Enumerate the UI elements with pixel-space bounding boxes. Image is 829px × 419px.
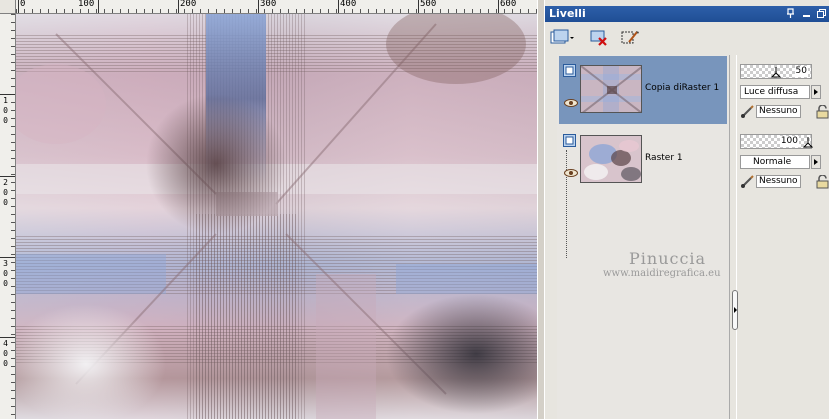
eye-icon[interactable] <box>564 92 578 107</box>
palette-title: Livelli <box>549 7 586 20</box>
ruler-label: 2 <box>3 178 8 187</box>
ruler-label: 0 <box>3 188 8 197</box>
new-layer-icon <box>550 29 574 44</box>
slider-thumb-icon <box>803 137 813 148</box>
layer-thumbnail <box>580 65 642 113</box>
opacity-value: 100 <box>779 136 799 147</box>
delete-layer-button[interactable] <box>589 28 609 48</box>
blend-mode-dropdown-button[interactable] <box>811 85 821 99</box>
layer-row-copia-diraster-1[interactable]: Copia diRaster 1 <box>559 56 727 124</box>
opacity-value: 50 <box>794 66 808 77</box>
blend-mode-value: Luce diffusa <box>744 87 799 97</box>
pin-icon[interactable] <box>785 8 796 19</box>
layer-properties: 50 Luce diffusa Nessuno 100 Normale Ness… <box>737 55 829 419</box>
lock-icon[interactable] <box>816 104 829 119</box>
ruler-label: 200 <box>180 0 197 9</box>
minimize-icon[interactable] <box>801 8 812 19</box>
blend-mode-value: Normale <box>753 157 792 167</box>
raster-layer-icon <box>563 132 576 147</box>
ruler-label: 4 <box>3 339 8 348</box>
blend-mode-select[interactable]: Normale <box>740 155 810 169</box>
horizontal-ruler: 0 100 200 300 400 500 600 <box>16 0 544 14</box>
layers-list: Copia diRaster 1 Raster 1 Pinuccia www.m… <box>557 55 729 419</box>
mask-selector[interactable]: Nessuno <box>740 174 812 189</box>
mask-value: Nessuno <box>756 175 801 188</box>
palette-title-bar[interactable]: Livelli <box>545 6 829 22</box>
ruler-corner <box>0 0 16 14</box>
raster-layer-icon <box>563 62 576 77</box>
ruler-label: 100 <box>78 0 95 9</box>
new-layer-button[interactable] <box>549 28 575 48</box>
layers-toolbar <box>545 22 829 54</box>
slider-thumb-icon <box>771 67 781 78</box>
mask-selector[interactable]: Nessuno <box>740 104 812 119</box>
lock-icon[interactable] <box>816 174 829 189</box>
ruler-label: 600 <box>500 0 517 9</box>
edit-selection-button[interactable] <box>619 28 641 48</box>
ruler-label: 300 <box>260 0 277 9</box>
watermark-name: Pinuccia <box>629 249 707 268</box>
layers-palette: Livelli Copia diRaster 1 Raster 1 Pinucc… <box>544 0 829 419</box>
ruler-label: 0 <box>20 0 26 9</box>
ruler-label: 1 <box>3 96 8 105</box>
ruler-label: 0 <box>3 106 8 115</box>
ruler-label: 0 <box>3 198 8 207</box>
ruler-label: 0 <box>3 349 8 358</box>
ruler-label: 0 <box>3 269 8 278</box>
canvas-frame-edge <box>537 0 544 419</box>
ruler-label: 0 <box>3 116 8 125</box>
watermark-url: www.maidiregrafica.eu <box>603 268 721 279</box>
layer-thumbnail <box>580 135 642 183</box>
ruler-label: 3 <box>3 259 8 268</box>
palette-divider <box>729 55 737 419</box>
ruler-label: 500 <box>420 0 437 9</box>
ruler-label: 400 <box>340 0 357 9</box>
ruler-label: 0 <box>3 359 8 368</box>
delete-layer-icon <box>590 30 607 46</box>
brush-icon <box>741 175 754 188</box>
brush-icon <box>741 105 754 118</box>
abstract-artwork <box>16 14 544 419</box>
eye-icon[interactable] <box>564 162 578 177</box>
blend-mode-dropdown-button[interactable] <box>811 155 821 169</box>
restore-icon[interactable] <box>816 8 827 19</box>
layer-name: Copia diRaster 1 <box>645 83 720 93</box>
image-canvas[interactable] <box>16 14 544 419</box>
edit-selection-icon <box>621 31 639 44</box>
ruler-label: 0 <box>3 279 8 288</box>
layer-name: Raster 1 <box>645 153 683 163</box>
vertical-ruler: 1 0 0 2 0 0 3 0 0 4 0 0 <box>0 14 16 419</box>
blend-mode-select[interactable]: Luce diffusa <box>740 85 810 99</box>
layer-row-raster-1[interactable]: Raster 1 <box>559 126 727 194</box>
mask-value: Nessuno <box>756 105 801 118</box>
opacity-slider[interactable]: 100 <box>740 134 813 149</box>
opacity-slider[interactable]: 50 <box>740 64 812 79</box>
